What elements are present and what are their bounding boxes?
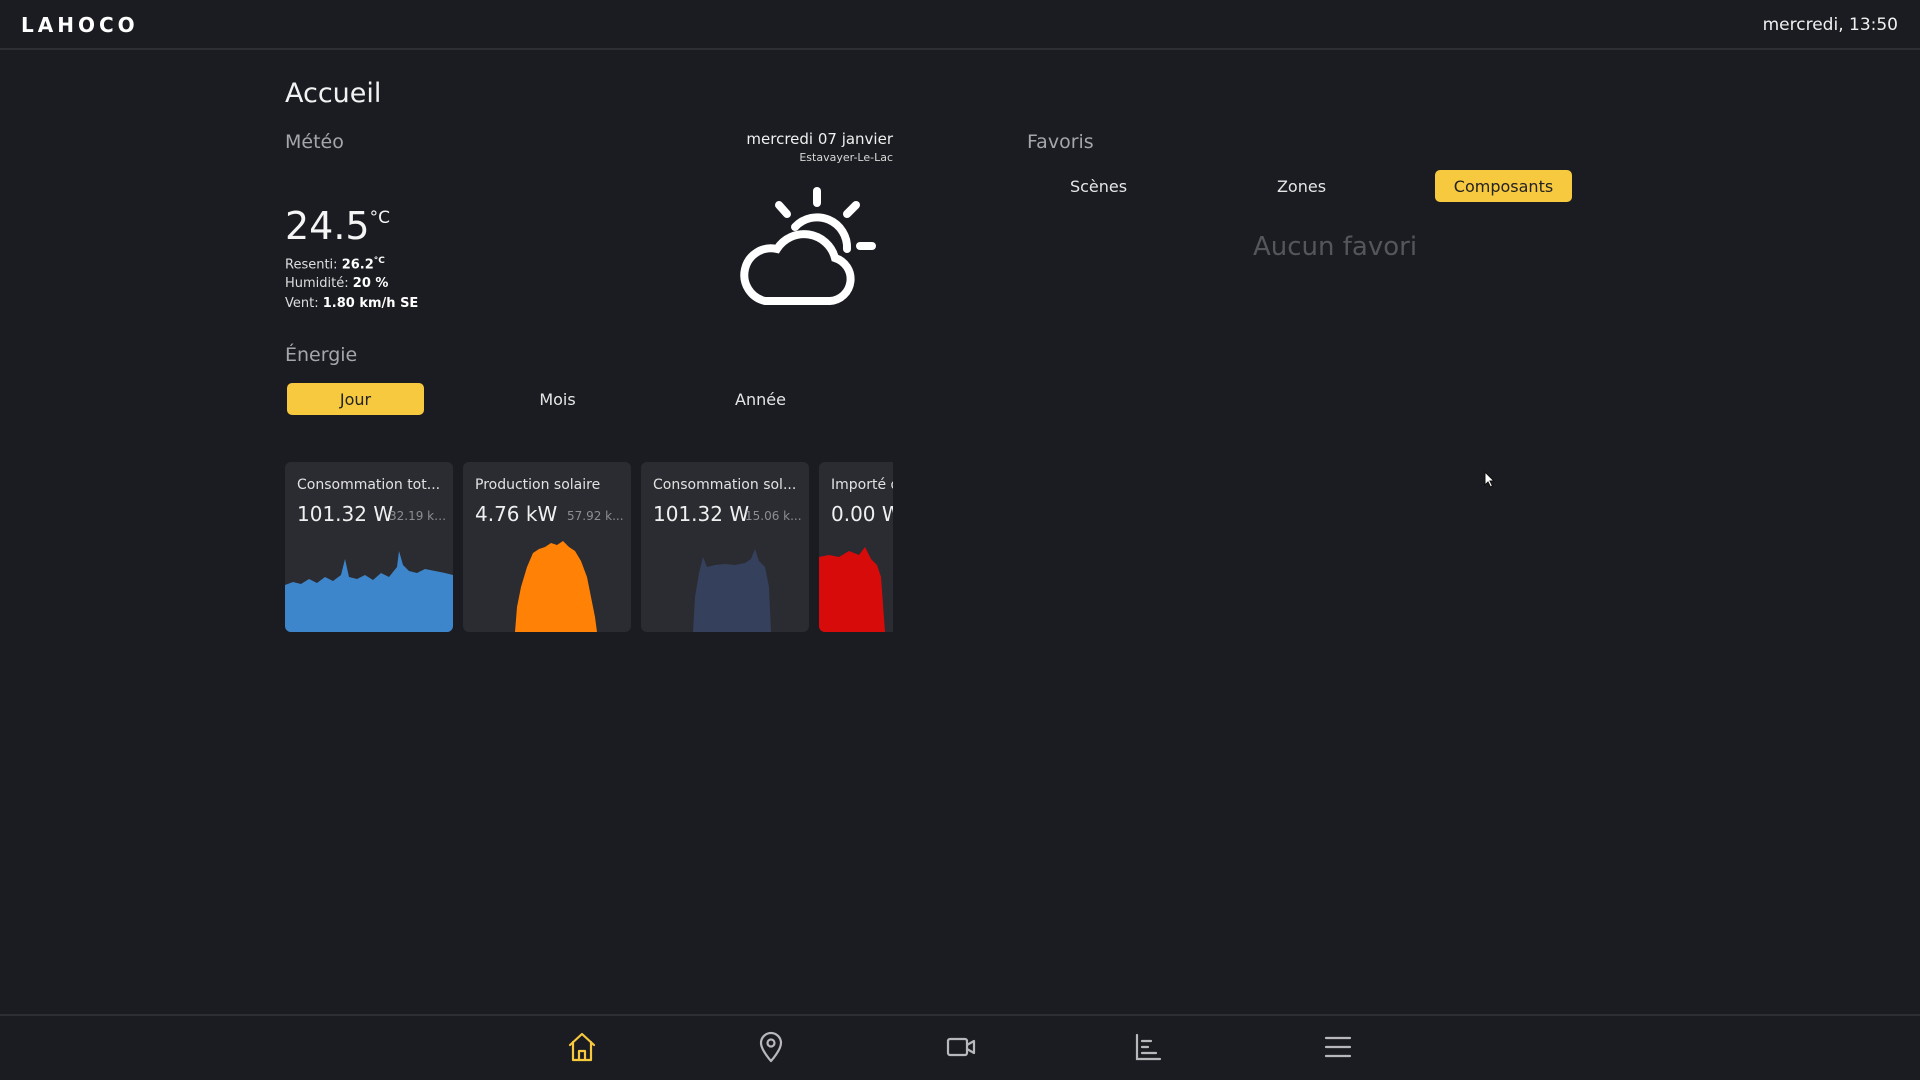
energy-card-subvalue: 57.92 k... xyxy=(567,509,624,523)
energy-area-chart xyxy=(693,549,771,632)
feels-like-line: Resenti: 26.2°C xyxy=(285,256,385,272)
energy-card-title: Consommation sol... xyxy=(653,477,797,493)
energy-card-value: 4.76 kW xyxy=(475,502,558,526)
menu-icon[interactable] xyxy=(1321,1030,1355,1064)
page-title: Accueil xyxy=(285,78,382,109)
mouse-cursor-icon xyxy=(1484,471,1496,488)
header-clock: mercredi, 13:50 xyxy=(1762,15,1898,35)
list-icon[interactable] xyxy=(1131,1030,1165,1064)
favorites-empty-message: Aucun favori xyxy=(1253,232,1418,262)
energy-card-sparkline xyxy=(819,547,885,632)
feels-like-value: 26.2 xyxy=(341,257,374,273)
weather-section-label: Météo xyxy=(285,131,344,153)
energy-card-solar-production[interactable]: Production solaire 4.76 kW 57.92 k... xyxy=(463,462,631,632)
energy-card-title: Production solaire xyxy=(475,477,601,493)
tab-zones[interactable]: Zones xyxy=(1233,170,1370,202)
period-day-button[interactable]: Jour xyxy=(287,383,424,415)
wind-line: Vent: 1.80 km/h SE xyxy=(285,296,418,311)
energy-card-solar-consumption[interactable]: Consommation sol... 101.32 W 15.06 k... xyxy=(641,462,809,632)
energy-area-chart xyxy=(285,551,453,632)
humidity-value: 20 % xyxy=(352,276,389,291)
energy-card-sparkline xyxy=(285,551,453,632)
energy-card-value: 0.00 W xyxy=(831,502,893,526)
brand-logo: LAHOCO xyxy=(21,13,139,37)
location-pin-icon[interactable] xyxy=(754,1030,788,1064)
energy-area-chart xyxy=(819,547,885,632)
energy-card-total-consumption[interactable]: Consommation tot... 101.32 W 32.19 kW... xyxy=(285,462,453,632)
favorites-section-label: Favoris xyxy=(1027,131,1094,153)
wind-label: Vent: xyxy=(285,296,319,311)
energy-cards: Consommation tot... 101.32 W 32.19 kW...… xyxy=(285,462,893,632)
weather-date: mercredi 07 janvier xyxy=(746,130,893,148)
energy-card-sparkline xyxy=(693,549,771,632)
period-month-button[interactable]: Mois xyxy=(489,383,626,415)
partly-cloudy-icon xyxy=(740,187,876,305)
energy-card-subvalue: 15.06 k... xyxy=(745,509,802,523)
energy-section-label: Énergie xyxy=(285,344,358,366)
energy-card-value: 101.32 W xyxy=(653,502,750,526)
energy-card-title: Importé d xyxy=(831,477,893,493)
period-year-button[interactable]: Année xyxy=(692,383,829,415)
energy-card-sparkline xyxy=(515,541,597,632)
camera-icon[interactable] xyxy=(944,1030,978,1064)
weather-location: Estavayer-Le-Lac xyxy=(799,151,893,164)
energy-card-value: 101.32 W xyxy=(297,502,394,526)
feels-like-unit: °C xyxy=(373,256,385,266)
tab-components[interactable]: Composants xyxy=(1435,170,1572,202)
energy-card-subvalue: 32.19 kW... xyxy=(389,509,449,523)
wind-value: 1.80 km/h SE xyxy=(322,296,419,311)
energy-card-imported[interactable]: Importé d 0.00 W xyxy=(819,462,893,632)
bottom-nav-bar xyxy=(0,1014,1920,1080)
humidity-label: Humidité: xyxy=(285,276,349,291)
energy-card-title: Consommation tot... xyxy=(297,477,441,493)
temperature-value: 24.5 xyxy=(285,204,370,248)
temperature-unit: °C xyxy=(369,208,390,228)
top-bar: LAHOCO mercredi, 13:50 xyxy=(0,0,1920,50)
feels-like-label: Resenti: xyxy=(285,257,338,273)
home-icon[interactable] xyxy=(565,1030,599,1064)
energy-area-chart xyxy=(515,541,597,632)
humidity-line: Humidité: 20 % xyxy=(285,276,388,291)
temperature-display: 24.5°C xyxy=(285,204,390,248)
tab-scenes[interactable]: Scènes xyxy=(1030,170,1167,202)
